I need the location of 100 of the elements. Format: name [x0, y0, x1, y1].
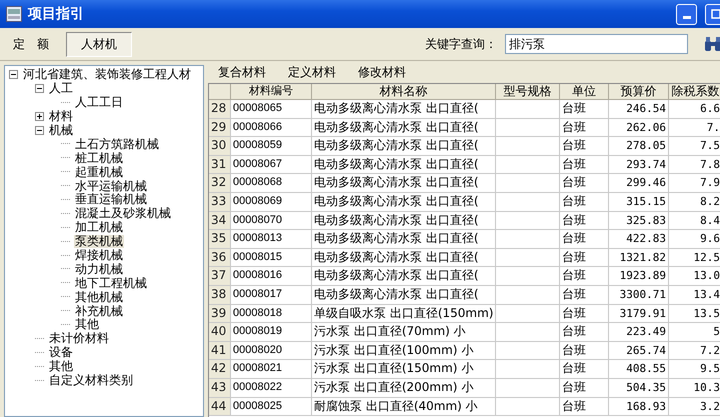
row-number: 39 — [209, 304, 231, 324]
table-cell: 耐腐蚀泵 出口直径(40mm) 小 — [312, 398, 496, 416]
table-cell: 278.05 — [609, 137, 669, 156]
table-cell: 246.54 — [609, 100, 669, 119]
tree-item[interactable]: 河北省建筑、装饰装修工程人材 — [22, 68, 192, 82]
tree-item[interactable]: 桩工机械 — [74, 152, 124, 165]
expand-icon[interactable] — [35, 112, 44, 122]
table-cell — [496, 267, 560, 286]
tab[interactable]: 定 额 — [4, 32, 58, 56]
row-number: 40 — [209, 323, 231, 342]
table-cell: 电动多级离心清水泵 出口直径( — [312, 100, 496, 119]
tree-item[interactable]: 补充机械 — [74, 304, 124, 318]
table-cell: 7. — [669, 118, 720, 138]
table-cell: 00008059 — [231, 137, 312, 156]
table-cell: 223.49 — [609, 323, 669, 342]
table-cell: 422.83 — [609, 230, 669, 249]
table-cell: 12.5 — [669, 248, 720, 268]
table-cell: 00008015 — [231, 248, 312, 268]
tree-item[interactable]: 地下工程机械 — [74, 276, 148, 290]
row-number: 32 — [209, 174, 231, 193]
table-cell: 10.3 — [669, 378, 720, 398]
table-cell: 台班 — [560, 156, 609, 174]
row-number: 37 — [209, 267, 231, 286]
table-cell: 00008068 — [231, 174, 312, 193]
tree-item[interactable]: 未计价材料 — [48, 332, 110, 346]
tree-item[interactable]: 其他 — [48, 360, 74, 374]
binoculars-icon[interactable] — [704, 36, 720, 52]
table-cell: 9.5 — [669, 360, 720, 379]
minimize-button[interactable] — [676, 4, 697, 24]
tree-item[interactable]: 设备 — [48, 346, 74, 360]
table-cell: 325.83 — [609, 212, 669, 230]
table-cell: 污水泵 出口直径(100mm) 小 — [312, 342, 496, 360]
column-header[interactable]: 预算价 — [609, 84, 669, 100]
table-cell: 00008018 — [231, 304, 312, 324]
tab[interactable]: 人材机 — [66, 32, 132, 56]
table-cell — [496, 212, 560, 230]
tree-item[interactable]: 人工工日 — [74, 96, 124, 110]
column-header[interactable]: 单位 — [560, 84, 609, 100]
row-number: 31 — [209, 156, 231, 174]
table-cell: 台班 — [560, 248, 609, 268]
tree-item[interactable]: 材料 — [48, 110, 74, 124]
tree-item[interactable]: 其他机械 — [74, 290, 124, 304]
table-cell — [496, 360, 560, 379]
tree-item[interactable]: 起重机械 — [74, 166, 124, 179]
tree-item[interactable]: 机械 — [48, 124, 74, 137]
table-cell: 3179.91 — [609, 304, 669, 324]
table-cell — [496, 248, 560, 268]
table-cell — [496, 230, 560, 249]
table-cell: 台班 — [560, 137, 609, 156]
column-header[interactable]: 型号规格 — [496, 84, 560, 100]
table-cell: 台班 — [560, 360, 609, 379]
maximize-button[interactable] — [705, 4, 720, 24]
tree-item[interactable]: 焊接机械 — [74, 249, 124, 262]
table-cell: 00008020 — [231, 342, 312, 360]
tree-item[interactable]: 加工机械 — [74, 221, 124, 234]
table-cell — [496, 398, 560, 416]
column-header[interactable]: 材料名称 — [312, 84, 496, 100]
table-cell: 台班 — [560, 286, 609, 305]
table-cell: 台班 — [560, 323, 609, 342]
search-label: 关键字查询： — [425, 36, 497, 52]
table-cell — [496, 118, 560, 138]
table-cell: 台班 — [560, 230, 609, 249]
tree-item[interactable]: 其他 — [74, 318, 100, 332]
tree-item[interactable]: 人工 — [48, 82, 74, 96]
collapse-icon[interactable] — [35, 84, 44, 94]
table-cell: 台班 — [560, 267, 609, 286]
table-cell: 7.8 — [669, 156, 720, 174]
tree-item[interactable]: 垂直运输机械 — [74, 193, 148, 206]
table-cell: 9.6 — [669, 230, 720, 249]
search-field[interactable]: 排污泵 — [505, 34, 688, 54]
table-cell — [496, 323, 560, 342]
tree-item[interactable]: 水平运输机械 — [74, 180, 148, 193]
menu-item[interactable]: 复合材料 — [210, 64, 274, 80]
table-cell: 台班 — [560, 378, 609, 398]
tree-item[interactable]: 泵类机械 — [74, 235, 124, 248]
table-cell — [496, 137, 560, 156]
column-header[interactable]: 除税系数 — [669, 84, 720, 100]
table-cell: 台班 — [560, 100, 609, 119]
table-cell: 168.93 — [609, 398, 669, 416]
menu-item[interactable]: 定义材料 — [280, 64, 344, 80]
tree-item[interactable]: 混凝土及砂浆机械 — [74, 207, 172, 220]
table-cell — [496, 378, 560, 398]
table-cell — [496, 156, 560, 174]
table-cell: 电动多级离心清水泵 出口直径( — [312, 156, 496, 174]
table-cell: 00008025 — [231, 398, 312, 416]
row-number: 42 — [209, 360, 231, 379]
table-cell — [496, 174, 560, 193]
collapse-icon[interactable] — [35, 126, 44, 135]
table-cell: 7.2 — [669, 342, 720, 360]
collapse-icon[interactable] — [9, 70, 18, 80]
table-cell: 00008017 — [231, 286, 312, 305]
table-cell: 13.5 — [669, 304, 720, 324]
menu-item[interactable]: 修改材料 — [350, 64, 414, 80]
tree-item[interactable]: 动力机械 — [74, 262, 124, 276]
minimize-icon — [682, 16, 690, 18]
tree-item[interactable]: 自定义材料类别 — [48, 374, 134, 388]
column-header[interactable]: 材料编号 — [231, 84, 312, 100]
row-number: 38 — [209, 286, 231, 305]
table-cell: 262.06 — [609, 118, 669, 138]
tree-item[interactable]: 土石方筑路机械 — [74, 138, 160, 151]
